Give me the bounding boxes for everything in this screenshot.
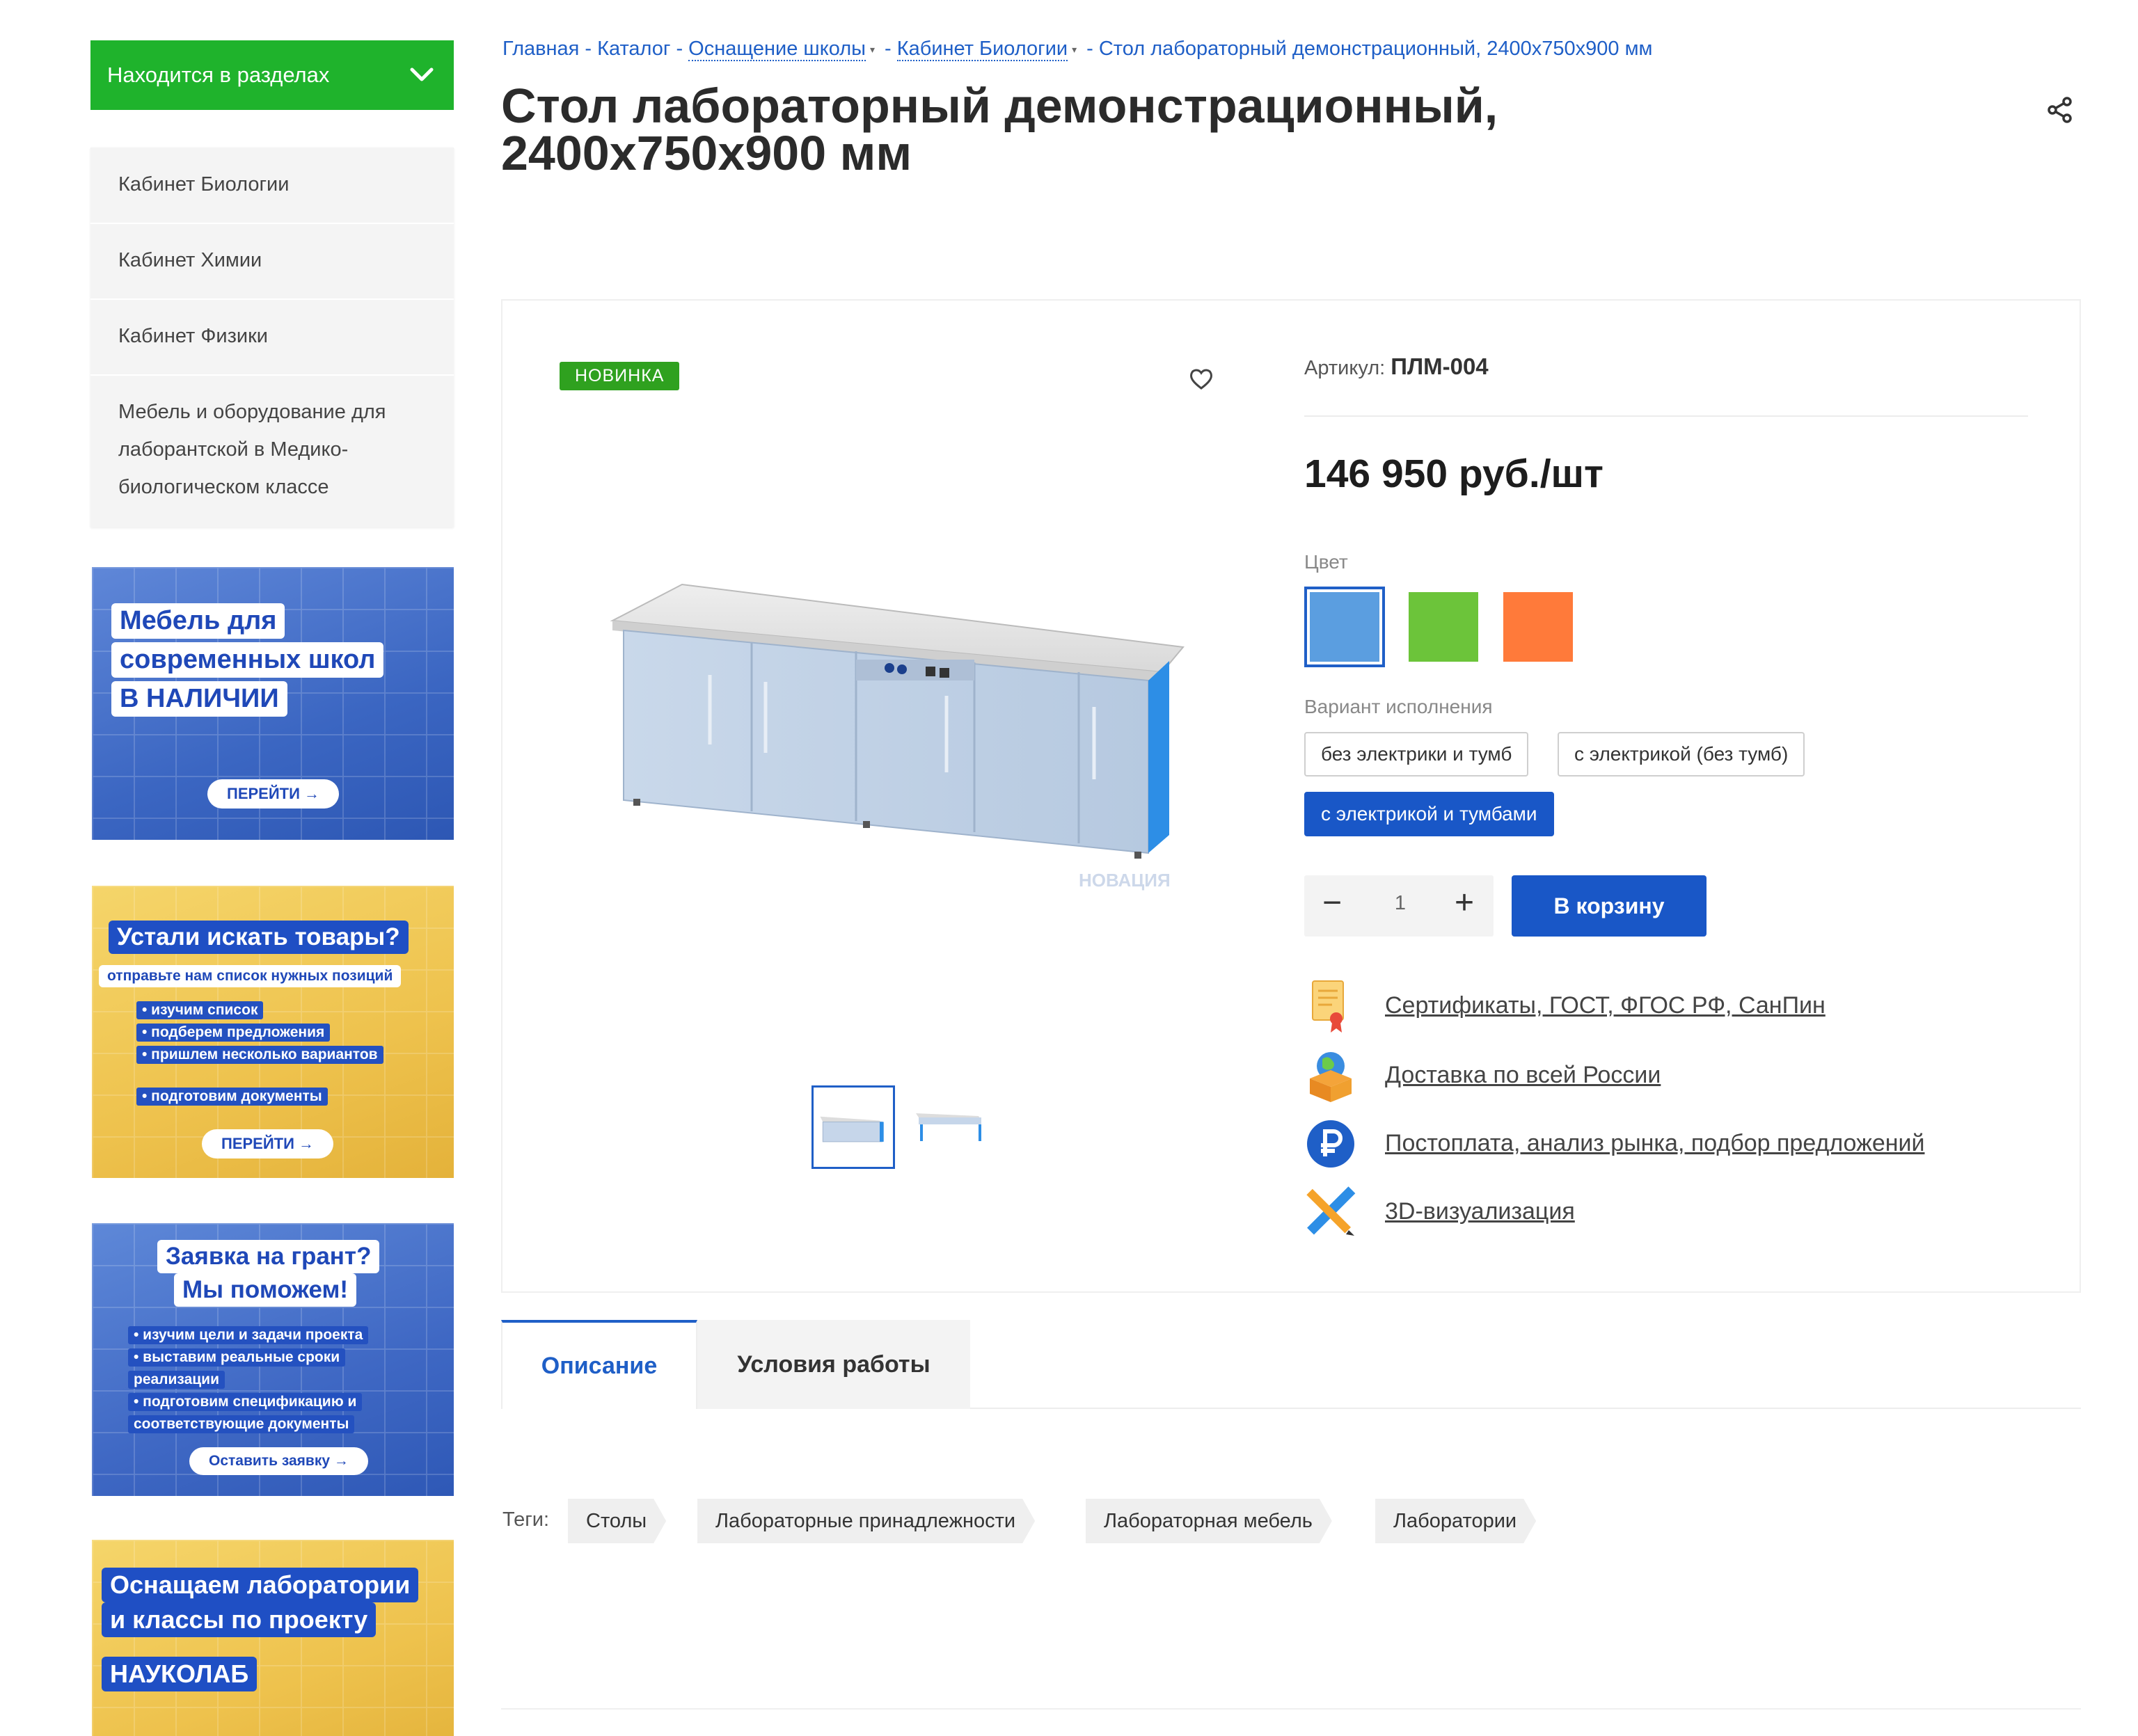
delivery-box-icon (1310, 1052, 1352, 1102)
banner-title: Устали искать товары? (109, 921, 409, 954)
breadcrumb-school[interactable]: Оснащение школы (688, 38, 866, 61)
tag-item[interactable]: Лабораторная мебель (1086, 1499, 1332, 1543)
menu-divider (90, 223, 454, 224)
breadcrumb-cabinet[interactable]: Кабинет Биологии (896, 38, 1068, 61)
menu-divider (90, 374, 454, 376)
chevron-down-icon (410, 67, 434, 81)
share-icon[interactable] (2046, 96, 2074, 124)
banner-line: Мебель для (111, 603, 285, 639)
heart-icon[interactable] (1189, 367, 1214, 391)
certificate-icon (1312, 980, 1344, 1033)
breadcrumb-catalog[interactable]: Каталог (597, 38, 670, 60)
tag-item[interactable]: Лаборатории (1375, 1499, 1536, 1543)
banner-line: Заявка на грант? (157, 1240, 380, 1273)
banner-line: В НАЛИЧИИ (111, 681, 287, 717)
watermark-text: НОВАЦИЯ (1079, 870, 1171, 891)
banner-line: Оснащаем лаборатории (102, 1568, 419, 1602)
banner-tired-searching[interactable]: Устали искать товары? отправьте нам спис… (92, 886, 454, 1178)
tag-item[interactable]: Столы (568, 1499, 666, 1543)
sidebar-item-chemistry[interactable]: Кабинет Химии (118, 241, 425, 279)
banner-bullet: • подготовим документы (136, 1088, 328, 1106)
variant-electric-with-cabinets[interactable]: с электрикой и тумбами (1304, 792, 1554, 836)
color-swatch-green[interactable] (1403, 587, 1484, 667)
variant-label: Вариант исполнения (1304, 696, 1493, 717)
caret-down-icon[interactable]: ▾ (870, 44, 875, 55)
breadcrumb-home[interactable]: Главная (502, 38, 579, 60)
menu-divider (90, 298, 454, 300)
banner-line: современных школ (111, 642, 384, 678)
banner-bullet: соответствующие документы (128, 1415, 355, 1433)
qty-value[interactable]: 1 (1386, 892, 1414, 915)
feature-3d[interactable]: 3D-визуализация (1304, 1184, 2070, 1240)
add-to-cart-button[interactable]: В корзину (1512, 875, 1707, 937)
breadcrumb: Главная - Каталог - Оснащение школы ▾ - Кабинет… (502, 38, 1653, 61)
banner-naukolab[interactable]: Оснащаем лаборатории и классы по проекту… (92, 1540, 454, 1736)
color-swatch-blue[interactable] (1304, 587, 1385, 667)
banner-bullet: • подготовим спецификацию и (128, 1393, 363, 1411)
caret-down-icon[interactable]: ▾ (1072, 44, 1077, 55)
banner-line: НАУКОЛАБ (102, 1657, 258, 1691)
qty-minus-button[interactable]: − (1311, 884, 1353, 922)
banner-bullet: • пришлем несколько вариантов (136, 1046, 383, 1064)
banner-apply-button[interactable]: Оставить заявку → (189, 1447, 368, 1475)
banner-bullet: • изучим цели и задачи проекта (128, 1326, 369, 1344)
sidebar-item-biology[interactable]: Кабинет Биологии (118, 166, 425, 203)
feature-label[interactable]: Постоплата, анализ рынка, подбор предлож… (1385, 1130, 1925, 1157)
breadcrumb-current: Стол лабораторный демонстрационный, 2400… (1098, 38, 1653, 60)
banner-go-button[interactable]: ПЕРЕЙТИ → (202, 1129, 334, 1158)
sections-menu: Кабинет Биологии Кабинет Химии Кабинет Ф… (90, 148, 454, 527)
feature-postpay[interactable]: Постоплата, анализ рынка, подбор предлож… (1304, 1116, 2070, 1172)
color-label: Цвет (1304, 551, 1348, 573)
divider (1304, 415, 2028, 417)
price: 146 950 руб./шт (1304, 452, 1604, 496)
tag-item[interactable]: Лабораторные принадлежности (697, 1499, 1035, 1543)
banner-bullet: • подберем предложения (136, 1024, 331, 1042)
sku: Артикул: ПЛМ-004 (1304, 353, 1489, 380)
bottom-divider (501, 1708, 2081, 1710)
banner-go-button[interactable]: ПЕРЕЙТИ → (207, 779, 340, 809)
banner-subtitle: отправьте нам список нужных позиций (99, 965, 402, 987)
pencil-ruler-icon (1306, 1186, 1356, 1236)
sidebar-item-lab-furniture[interactable]: Мебель и оборудование для лаборантской в… (118, 393, 425, 506)
banner-grant-application[interactable]: Заявка на грант? Мы поможем! • изучим це… (92, 1223, 454, 1496)
thumbnail-2[interactable] (909, 1085, 992, 1169)
feature-certificates[interactable]: Сертификаты, ГОСТ, ФГОС РФ, СанПин (1304, 978, 2070, 1034)
banner-bullet: • выставим реальные сроки (128, 1348, 346, 1367)
new-badge: НОВИНКА (560, 362, 680, 390)
banner-line: Мы поможем! (174, 1273, 357, 1307)
sections-title: Находится в разделах (107, 63, 330, 87)
feature-label[interactable]: Доставка по всей России (1385, 1062, 1661, 1089)
tab-conditions[interactable]: Условия работы (697, 1320, 970, 1409)
color-swatch-orange[interactable] (1498, 587, 1578, 667)
banner-line: и классы по проекту (102, 1602, 377, 1637)
variant-electric-no-cabinets[interactable]: с электрикой (без тумб) (1558, 732, 1805, 777)
variant-no-electric[interactable]: без электрики и тумб (1304, 732, 1529, 777)
sku-value: ПЛМ-004 (1391, 353, 1489, 379)
sections-dropdown[interactable]: Находится в разделах (90, 40, 454, 110)
ruble-icon (1307, 1120, 1354, 1168)
banner-modern-school-furniture[interactable]: Мебель для современных школ В НАЛИЧИИ ПЕ… (92, 567, 454, 840)
quantity-stepper: − 1 + (1304, 875, 1494, 937)
thumbnail-1[interactable] (811, 1085, 895, 1169)
banner-bullet: • изучим список (136, 1001, 264, 1019)
feature-label[interactable]: Сертификаты, ГОСТ, ФГОС РФ, СанПин (1385, 992, 1826, 1019)
sidebar-item-physics[interactable]: Кабинет Физики (118, 317, 425, 355)
tab-description[interactable]: Описание (501, 1320, 697, 1409)
feature-delivery[interactable]: Доставка по всей России (1304, 1048, 2070, 1104)
sku-label: Артикул: (1304, 357, 1386, 379)
qty-plus-button[interactable]: + (1443, 884, 1485, 922)
feature-label[interactable]: 3D-визуализация (1385, 1198, 1575, 1225)
product-image[interactable]: НОВАЦИЯ (599, 571, 1225, 905)
page-title: Стол лабораторный демонстрационный, 2400… (501, 79, 1498, 180)
tags-label: Теги: (502, 1508, 550, 1531)
banner-bullet: реализации (128, 1371, 225, 1389)
